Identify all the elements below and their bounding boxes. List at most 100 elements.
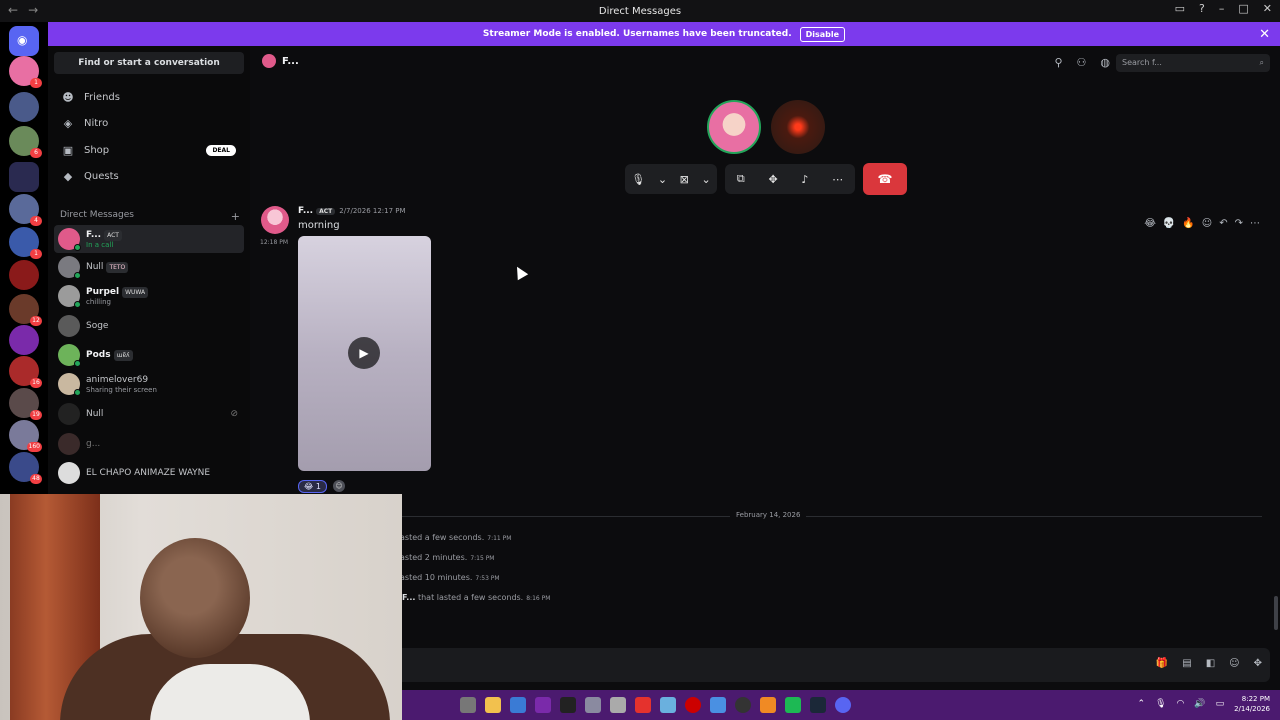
- disconnect-button[interactable]: ☎: [863, 163, 907, 195]
- more-icon[interactable]: ⋯: [832, 173, 843, 186]
- battery-icon[interactable]: ▭: [1216, 699, 1225, 709]
- avatar[interactable]: [261, 206, 289, 234]
- spotify-icon[interactable]: [785, 697, 801, 713]
- close-window-icon[interactable]: ✕: [1263, 2, 1272, 15]
- soundboard-icon[interactable]: ♪: [801, 173, 808, 186]
- create-dm-icon[interactable]: +: [231, 210, 240, 223]
- dm-item[interactable]: Null TETO: [54, 253, 244, 281]
- dm-item[interactable]: g...: [54, 430, 244, 458]
- header-toolbar: ⚲ ⚇ ◍: [1054, 56, 1110, 69]
- server-icon[interactable]: [9, 92, 39, 122]
- vlc-icon[interactable]: [760, 697, 776, 713]
- chevron-up-icon[interactable]: ⌃: [1138, 699, 1146, 709]
- skull-reaction-icon[interactable]: 💀: [1163, 218, 1175, 229]
- wifi-icon[interactable]: ◠: [1177, 699, 1185, 709]
- dm-item[interactable]: animelover69 Sharing their screen: [54, 370, 244, 398]
- chevron-down-icon[interactable]: ⌄: [658, 173, 667, 186]
- steam-icon[interactable]: [810, 697, 826, 713]
- taskbar-app-icon[interactable]: [635, 697, 651, 713]
- taskbar-app-icon[interactable]: [535, 697, 551, 713]
- help-icon[interactable]: ?: [1199, 2, 1205, 15]
- sticker-icon[interactable]: ◧: [1206, 658, 1215, 669]
- discord-icon[interactable]: [835, 697, 851, 713]
- server-icon[interactable]: 4: [9, 194, 42, 226]
- call-participant-avatar[interactable]: [771, 100, 825, 154]
- hidden-eye-icon[interactable]: ⊘: [230, 409, 238, 419]
- chevron-down-icon[interactable]: ⌄: [701, 173, 710, 186]
- message-author[interactable]: F... ACT 2/7/2026 12:17 PM: [298, 206, 406, 216]
- find-conversation-button[interactable]: Find or start a conversation: [54, 52, 244, 74]
- window-controls: ▭ ? – □ ✕: [1175, 2, 1272, 15]
- scrollbar[interactable]: [1274, 596, 1278, 630]
- dm-section-header: Direct Messages +: [60, 210, 240, 223]
- emoji-icon[interactable]: ☺: [1229, 658, 1239, 669]
- call-participant-avatar[interactable]: [707, 100, 761, 154]
- server-icon[interactable]: 48: [9, 452, 42, 484]
- gift-icon[interactable]: 🎁: [1156, 658, 1168, 669]
- fire-reaction-icon[interactable]: 🔥: [1182, 218, 1194, 229]
- avatar: [58, 228, 81, 251]
- server-icon[interactable]: [9, 325, 39, 355]
- dm-item[interactable]: Purpel WUWA chilling: [54, 282, 244, 310]
- server-icon[interactable]: 16: [9, 356, 42, 388]
- disable-streamer-mode-button[interactable]: Disable: [799, 26, 846, 42]
- quests-icon: ◆: [63, 169, 73, 183]
- more-icon[interactable]: ⋯: [1250, 218, 1260, 229]
- profile-icon[interactable]: ◍: [1100, 56, 1110, 69]
- add-reaction-icon[interactable]: ☺: [1202, 218, 1212, 229]
- taskbar-app-icon[interactable]: [660, 697, 676, 713]
- taskbar-app-icon[interactable]: [460, 697, 476, 713]
- volume-icon[interactable]: 🔊: [1194, 699, 1205, 709]
- home-button[interactable]: ◉: [9, 26, 39, 56]
- close-banner-icon[interactable]: ✕: [1259, 27, 1270, 42]
- nav-quests[interactable]: ◆ Quests: [56, 164, 244, 188]
- taskbar-app-icon[interactable]: [585, 697, 601, 713]
- photos-icon[interactable]: [710, 697, 726, 713]
- message-composer[interactable]: 🎁 ▤ ◧ ☺ ✥: [262, 648, 1270, 682]
- record-icon[interactable]: [685, 697, 701, 713]
- server-icon[interactable]: 12: [9, 294, 42, 326]
- server-icon[interactable]: 1: [9, 56, 42, 88]
- forward-icon[interactable]: ↷: [1235, 218, 1243, 229]
- video-attachment[interactable]: ▶: [298, 236, 431, 471]
- server-icon[interactable]: 160: [9, 420, 42, 452]
- search-input[interactable]: Search f... ⌕: [1116, 54, 1270, 72]
- microphone-icon[interactable]: 🎙: [631, 173, 645, 186]
- dm-item[interactable]: Pods ɯɐ̃ʎ: [54, 341, 244, 369]
- add-friends-icon[interactable]: ⚇: [1077, 56, 1087, 69]
- dm-item[interactable]: Soge: [54, 312, 244, 340]
- taskbar-clock[interactable]: 8:22 PM 2/14/2026: [1234, 694, 1270, 714]
- taskbar-app-icon[interactable]: [560, 697, 576, 713]
- nav-friends[interactable]: ☻ Friends: [56, 85, 244, 109]
- reaction-pill[interactable]: 😂 1: [298, 479, 327, 493]
- dm-item[interactable]: F... ACT In a call: [54, 225, 244, 253]
- media-player-icon[interactable]: [735, 697, 751, 713]
- server-folder-icon[interactable]: [9, 162, 39, 192]
- activities-icon[interactable]: ✥: [768, 173, 777, 186]
- minimize-icon[interactable]: –: [1219, 2, 1225, 15]
- play-icon[interactable]: ▶: [348, 337, 380, 369]
- pin-icon[interactable]: ⚲: [1054, 56, 1062, 69]
- nav-shop[interactable]: ▣ Shop DEAL: [56, 138, 244, 162]
- add-reaction-icon[interactable]: ☺: [332, 480, 345, 492]
- server-icon[interactable]: [9, 260, 39, 290]
- server-icon[interactable]: 6: [9, 126, 42, 158]
- message-text: morning: [298, 220, 340, 231]
- nav-nitro[interactable]: ◈ Nitro: [56, 111, 244, 135]
- gif-icon[interactable]: ▤: [1182, 658, 1191, 669]
- server-icon[interactable]: 1: [9, 227, 42, 259]
- screen-share-icon[interactable]: ⧉: [737, 172, 745, 186]
- server-icon[interactable]: 19: [9, 388, 42, 420]
- camera-off-icon[interactable]: ⊠: [680, 173, 689, 186]
- inbox-icon[interactable]: ▭: [1175, 2, 1185, 15]
- taskbar-app-icon[interactable]: [610, 697, 626, 713]
- dm-item[interactable]: EL CHAPO ANIMAZE WAYNE: [54, 459, 244, 487]
- maximize-icon[interactable]: □: [1238, 2, 1248, 15]
- reply-icon[interactable]: ↶: [1219, 218, 1227, 229]
- microphone-icon[interactable]: 🎙: [1155, 699, 1166, 709]
- file-explorer-icon[interactable]: [485, 697, 501, 713]
- laugh-reaction-icon[interactable]: 😂: [1144, 218, 1156, 229]
- apps-icon[interactable]: ✥: [1254, 658, 1262, 669]
- store-icon[interactable]: [510, 697, 526, 713]
- dm-item[interactable]: Null ⊘: [54, 400, 244, 428]
